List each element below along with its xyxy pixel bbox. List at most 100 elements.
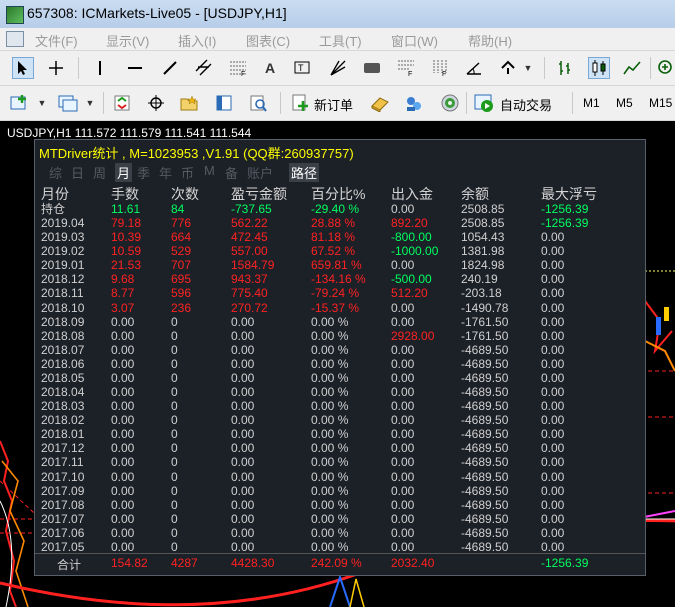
cell-balance: 240.19: [461, 272, 498, 287]
profiles-icon[interactable]: [58, 93, 78, 113]
trendline-icon[interactable]: [160, 58, 180, 78]
new-order-icon[interactable]: [290, 93, 310, 113]
cell-month: 2018.08: [41, 328, 85, 343]
cell-month: 2018.12: [41, 272, 85, 287]
fibo-fan-icon[interactable]: F: [396, 58, 416, 78]
cell-percent: 0.00 %: [311, 413, 349, 428]
tab-month[interactable]: 月: [115, 163, 133, 182]
cell-max-drawdown: 0.00: [541, 342, 565, 357]
cell-balance: -4689.50: [461, 483, 509, 498]
cell-balance: 1054.43: [461, 230, 505, 245]
data-window-icon[interactable]: [146, 93, 166, 113]
totals-trades: 4287: [171, 556, 198, 570]
rectangle-icon[interactable]: [362, 58, 382, 78]
autotrading-button[interactable]: 自动交易: [500, 95, 552, 114]
signals-icon[interactable]: [404, 93, 424, 113]
tab-magic[interactable]: M: [204, 163, 215, 178]
tab-currency[interactable]: 币: [181, 163, 194, 182]
cursor-icon[interactable]: [12, 57, 34, 79]
gann-fan-icon[interactable]: [328, 58, 348, 78]
arrows-icon[interactable]: [498, 58, 518, 78]
candlestick-icon[interactable]: [588, 57, 610, 79]
cell-trades: 0: [171, 525, 178, 540]
cell-max-drawdown: 0.00: [541, 244, 565, 259]
cell-month: 2018.02: [41, 413, 85, 428]
cell-max-drawdown: 0.00: [541, 300, 565, 315]
cell-profit: 0.00: [231, 385, 255, 400]
tab-summary[interactable]: 综: [49, 163, 62, 182]
text-tool-icon[interactable]: A: [260, 58, 280, 78]
market-watch-icon[interactable]: [112, 93, 132, 113]
tab-quarter[interactable]: 季: [137, 163, 150, 182]
chevron-down-icon[interactable]: ▼: [80, 93, 100, 113]
tab-account[interactable]: 账户: [247, 163, 273, 182]
table-row: 2018.11 8.77 596 775.40 -79.24 % 512.20 -203.1…: [35, 286, 645, 300]
mdi-window-icon[interactable]: [6, 31, 24, 47]
tab-week[interactable]: 周: [93, 163, 106, 182]
cell-balance: -4689.50: [461, 370, 509, 385]
bar-chart-icon[interactable]: [555, 58, 575, 78]
cell-balance: -4689.50: [461, 525, 509, 540]
col-profit: 盈亏金额: [231, 186, 287, 202]
navigator-icon[interactable]: [180, 93, 200, 113]
toolbar-separator: [103, 92, 104, 114]
strategy-tester-icon[interactable]: [248, 93, 268, 113]
cell-profit: 557.00: [231, 244, 268, 259]
new-order-button[interactable]: 新订单: [314, 95, 353, 114]
horizontal-line-icon[interactable]: [125, 58, 145, 78]
cell-lots: 0.00: [111, 525, 135, 540]
cell-month: 2017.12: [41, 441, 85, 456]
fibonacci-icon[interactable]: F: [228, 58, 248, 78]
menu-file[interactable]: 文件(F): [35, 31, 78, 50]
chevron-down-icon[interactable]: ▼: [32, 93, 52, 113]
cell-percent: 0.00 %: [311, 370, 349, 385]
cell-trades: 0: [171, 356, 178, 371]
market-icon[interactable]: [440, 93, 460, 113]
cell-month: 2018.01: [41, 427, 85, 442]
chevron-down-icon[interactable]: ▼: [518, 58, 538, 78]
cell-trades: 776: [171, 216, 192, 231]
table-row: 2017.09 0.00 0 0.00 0.00 % 0.00 -4689.50 0.00: [35, 484, 645, 498]
menu-help[interactable]: 帮助(H): [468, 31, 512, 50]
metaeditor-icon[interactable]: [370, 93, 390, 113]
tab-day[interactable]: 日: [71, 163, 84, 182]
menu-chart[interactable]: 图表(C): [246, 31, 290, 50]
tab-path[interactable]: 路径: [289, 163, 320, 182]
timeframe-m5[interactable]: M5: [616, 96, 633, 110]
mtdriver-stats-panel[interactable]: MTDriver统计 , M=1023953 ,V1.91 (QQ群:26093…: [34, 139, 646, 576]
cell-month: 2017.06: [41, 525, 85, 540]
cell-profit: 0.00: [231, 314, 255, 329]
crosshair-icon[interactable]: [46, 58, 66, 78]
cell-profit: 0.00: [231, 356, 255, 371]
cell-percent: 28.88 %: [311, 216, 356, 231]
menu-insert[interactable]: 插入(I): [178, 31, 216, 50]
cell-percent: 0.00 %: [311, 441, 349, 456]
terminal-icon[interactable]: [214, 93, 234, 113]
cell-deposit: 0.00: [391, 413, 415, 428]
cell-balance: -4689.50: [461, 455, 509, 470]
menu-window[interactable]: 窗口(W): [391, 31, 438, 50]
channel-icon[interactable]: [194, 58, 214, 78]
menu-view[interactable]: 显示(V): [106, 31, 149, 50]
toolbar-separator: [544, 57, 545, 79]
zoom-in-icon[interactable]: [656, 58, 675, 78]
timeframe-m15[interactable]: M15: [649, 96, 672, 110]
cell-trades: 0: [171, 497, 178, 512]
fibo-time-icon[interactable]: F: [430, 58, 450, 78]
timeframe-m1[interactable]: M1: [583, 96, 600, 110]
vertical-line-icon[interactable]: [90, 58, 110, 78]
cell-balance: -4689.50: [461, 441, 509, 456]
cell-lots: 0.00: [111, 385, 135, 400]
line-chart-icon[interactable]: [622, 58, 642, 78]
new-chart-icon[interactable]: [10, 93, 30, 113]
menu-tools[interactable]: 工具(T): [319, 31, 362, 50]
cell-max-drawdown: 0.00: [541, 539, 565, 554]
cell-percent: 0.00 %: [311, 497, 349, 512]
tab-note[interactable]: 备: [225, 163, 238, 182]
label-tool-icon[interactable]: T: [292, 58, 312, 78]
cell-balance: -4689.50: [461, 413, 509, 428]
cell-max-drawdown: 0.00: [541, 370, 565, 385]
tab-year[interactable]: 年: [159, 163, 172, 182]
autotrading-icon[interactable]: [474, 93, 494, 113]
angle-icon[interactable]: [464, 58, 484, 78]
